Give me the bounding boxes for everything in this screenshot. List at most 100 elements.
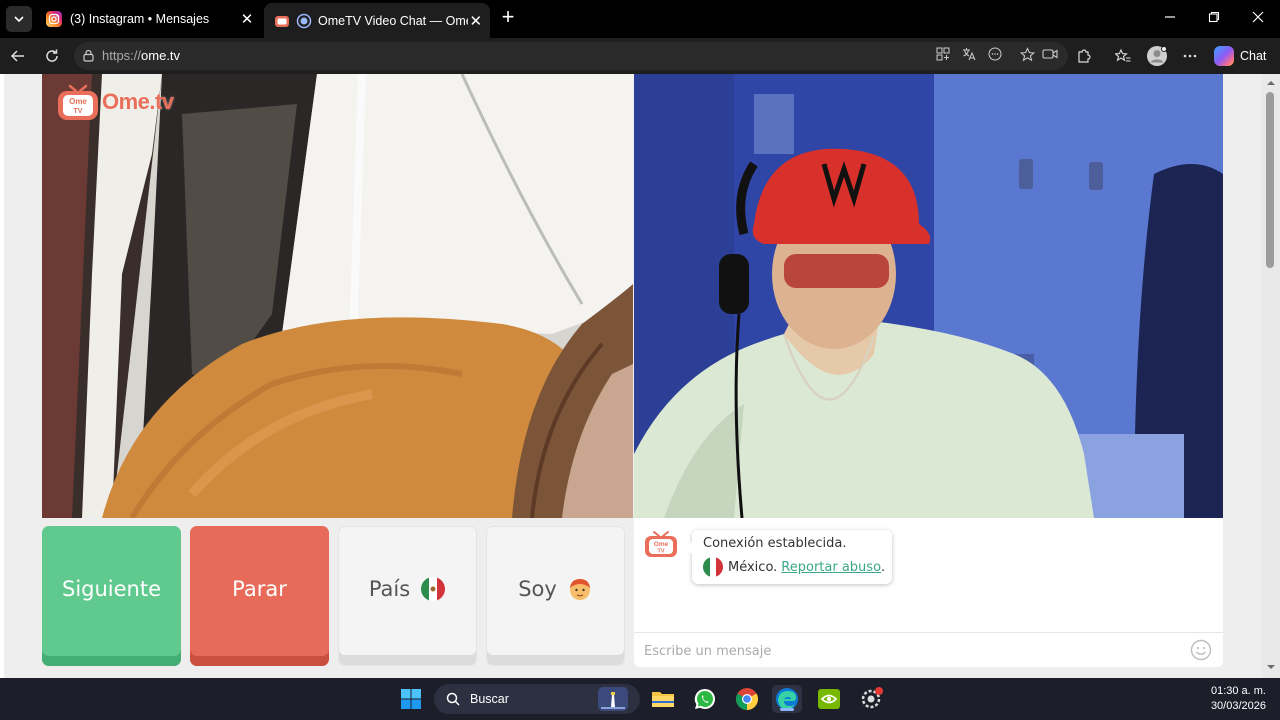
scroll-down-arrow-icon[interactable] <box>1266 662 1276 672</box>
page-scrollbar[interactable] <box>1262 74 1280 678</box>
instagram-icon <box>46 11 62 27</box>
url-protocol: https:// <box>102 48 142 63</box>
ometv-logo-icon: Ome TV <box>58 84 98 120</box>
svg-text:Ome: Ome <box>69 97 87 106</box>
taskbar-whatsapp[interactable] <box>690 685 720 713</box>
ometv-system-avatar-icon: Ome TV <box>645 531 677 557</box>
partner-country-text: México. <box>728 559 778 575</box>
next-button[interactable]: Siguiente <box>42 526 181 666</box>
taskbar-steelseries[interactable] <box>856 685 886 713</box>
close-window-button[interactable] <box>1242 7 1274 31</box>
stop-button-label: Parar <box>232 577 287 601</box>
tab-title: OmeTV Video Chat — Omegl <box>318 13 468 28</box>
search-label: Buscar <box>470 692 509 706</box>
svg-text:Ome: Ome <box>654 541 669 548</box>
system-clock[interactable]: 01:30 a. m. 30/03/2026 <box>1211 684 1266 714</box>
back-arrow-icon <box>10 50 24 62</box>
ometv-logo: Ome TV Ome.tv <box>56 82 174 122</box>
chat-message-input[interactable] <box>644 641 1164 661</box>
favorites-icon <box>1115 48 1131 62</box>
minimize-icon <box>1165 16 1175 18</box>
browser-tab-strip: (3) Instagram • Mensajes ✕ OmeTV Video C… <box>0 0 1280 38</box>
copilot-chat-button[interactable]: Chat <box>1214 45 1266 67</box>
taskbar-file-explorer[interactable] <box>648 685 678 713</box>
recording-indicator-icon <box>296 13 312 28</box>
translate-icon[interactable] <box>960 47 978 65</box>
clock-date: 30/03/2026 <box>1210 700 1266 712</box>
country-filter-button[interactable]: País <box>338 526 477 666</box>
gear-icon <box>861 687 883 709</box>
report-abuse-link[interactable]: Reportar abuso <box>781 560 881 575</box>
chevron-down-icon <box>14 16 24 23</box>
remote-camera-image <box>634 74 1223 518</box>
active-app-indicator <box>780 708 794 711</box>
smiley-icon[interactable] <box>1190 639 1212 661</box>
close-icon[interactable]: ✕ <box>468 12 484 30</box>
browser-toolbar: https://ome.tv Chat <box>0 38 1280 74</box>
mexico-flag-icon <box>703 557 723 577</box>
tab-actions-menu-button[interactable] <box>6 6 32 32</box>
more-tools-icon[interactable] <box>986 47 1004 65</box>
chrome-icon <box>736 688 758 710</box>
restore-button[interactable] <box>1198 7 1230 31</box>
ellipsis-icon <box>1183 54 1197 58</box>
app-available-icon[interactable] <box>934 47 952 65</box>
boy-emoji-icon <box>569 579 590 600</box>
whatsapp-icon <box>694 688 715 710</box>
trailing-period: . <box>881 559 886 575</box>
windows-logo-icon <box>401 689 421 709</box>
ometv-icon <box>275 15 289 27</box>
taskbar-nvidia[interactable] <box>814 685 844 713</box>
close-icon <box>1252 11 1264 23</box>
chat-button-label: Chat <box>1240 49 1267 63</box>
taskbar-search-box[interactable]: Buscar <box>434 684 640 714</box>
clock-time: 01:30 a. m. <box>1210 685 1266 697</box>
country-button-label: País <box>368 577 411 601</box>
folder-icon <box>652 692 674 707</box>
scroll-up-arrow-icon[interactable] <box>1266 78 1276 88</box>
site-info-icon[interactable] <box>82 49 95 62</box>
minimize-button[interactable] <box>1154 7 1186 31</box>
favorites-button[interactable] <box>1113 46 1133 66</box>
profile-button[interactable] <box>1146 45 1168 67</box>
chat-panel: Ome TV Conexión establecida. México. Rep… <box>634 518 1223 667</box>
scrollbar-thumb[interactable] <box>1266 92 1274 268</box>
tab-ometv[interactable]: OmeTV Video Chat — Omegl ✕ <box>264 3 490 38</box>
chat-input-bar <box>634 632 1223 667</box>
puzzle-icon <box>1078 49 1091 63</box>
favorite-star-icon[interactable] <box>1018 47 1036 65</box>
url-host: ome.tv <box>141 48 181 63</box>
camera-in-use-icon[interactable] <box>1041 47 1059 65</box>
copilot-icon <box>1214 46 1234 66</box>
back-button[interactable] <box>8 46 28 66</box>
ometv-page: Ome TV Ome.tv Siguiente Parar País Soy O… <box>0 74 1280 678</box>
start-button[interactable] <box>396 685 426 713</box>
local-video-feed: Ome TV Ome.tv <box>42 74 633 518</box>
reload-icon <box>46 49 58 62</box>
gender-select-button[interactable]: Soy <box>486 526 625 666</box>
extensions-button[interactable] <box>1074 46 1094 66</box>
tab-instagram[interactable]: (3) Instagram • Mensajes ✕ <box>36 3 262 35</box>
windows-taskbar: Buscar 01:30 a. m. 30/03/2026 <box>0 678 1280 720</box>
reload-button[interactable] <box>42 46 62 66</box>
settings-more-button[interactable] <box>1180 46 1200 66</box>
stop-button[interactable]: Parar <box>190 526 329 666</box>
address-bar[interactable]: https://ome.tv <box>74 42 1068 70</box>
taskbar-edge[interactable] <box>772 685 802 713</box>
ometv-logo-text: Ome.tv <box>102 89 174 114</box>
url-text: https://ome.tv <box>102 48 180 63</box>
close-icon[interactable]: ✕ <box>238 10 256 28</box>
system-message-bubble: Conexión establecida. México. Reportar a… <box>684 530 892 584</box>
restore-icon <box>1208 11 1220 23</box>
new-tab-button[interactable]: + <box>496 6 520 30</box>
next-button-label: Siguiente <box>61 577 162 601</box>
local-camera-image <box>42 74 633 518</box>
avatar <box>1147 46 1167 66</box>
svg-text:TV: TV <box>74 108 83 115</box>
mexico-flag-icon <box>421 577 446 601</box>
search-icon <box>446 692 460 706</box>
connection-status-text: Conexión establecida. <box>703 536 847 551</box>
tab-title: (3) Instagram • Mensajes <box>70 12 210 26</box>
taskbar-chrome[interactable] <box>732 685 762 713</box>
gender-button-label: Soy <box>518 577 557 601</box>
